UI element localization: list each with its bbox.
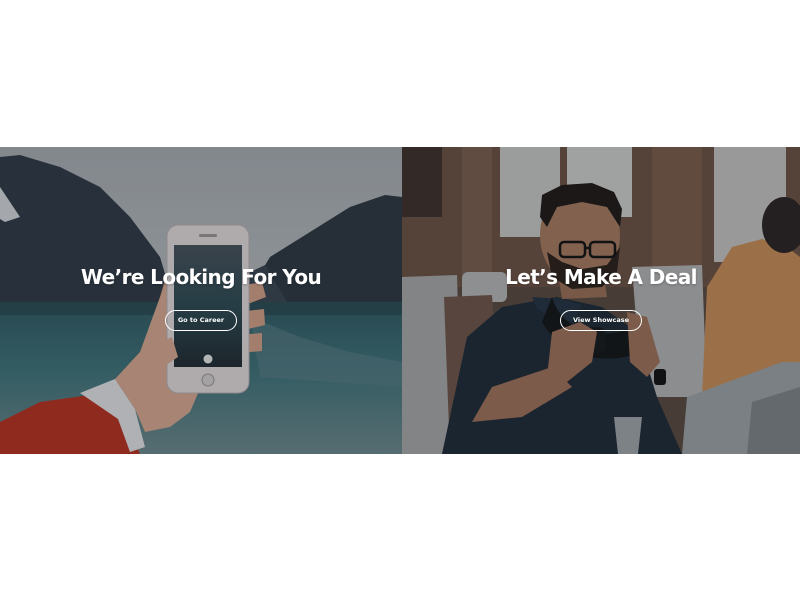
career-panel: We’re Looking For You Go to Career	[0, 147, 402, 454]
career-content: We’re Looking For You Go to Career	[0, 263, 402, 331]
page: We’re Looking For You Go to Career Let’s…	[0, 0, 800, 600]
showcase-content: Let’s Make A Deal View Showcase	[402, 263, 800, 331]
showcase-title: Let’s Make A Deal	[505, 265, 697, 289]
career-title: We’re Looking For You	[80, 265, 322, 289]
showcase-panel: Let’s Make A Deal View Showcase	[402, 147, 800, 454]
go-to-career-button[interactable]: Go to Career	[164, 310, 238, 331]
hero-panels: We’re Looking For You Go to Career Let’s…	[0, 147, 800, 454]
view-showcase-button[interactable]: View Showcase	[559, 310, 643, 331]
